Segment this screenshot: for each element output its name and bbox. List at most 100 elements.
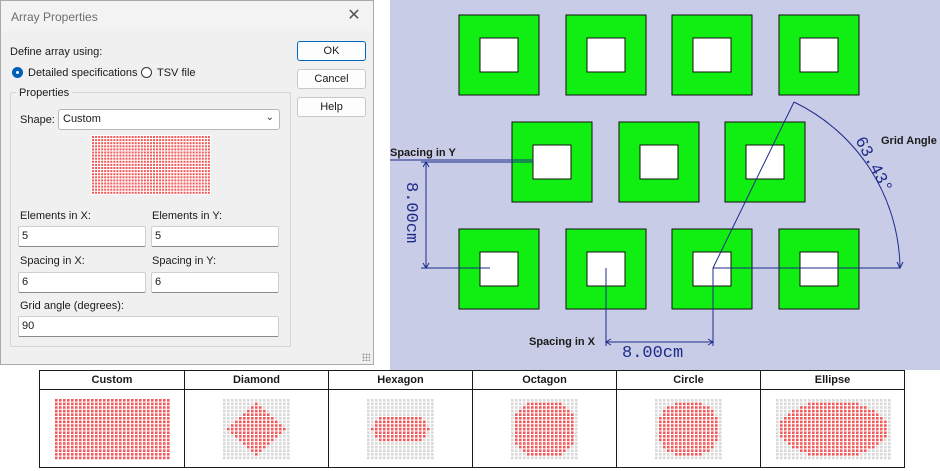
spacing-y-input[interactable]: 6: [151, 272, 279, 293]
pattern-dot-active: [91, 417, 94, 420]
pattern-dot-inactive: [776, 435, 779, 438]
pattern-dot-inactive: [431, 438, 434, 442]
preview-dot: [107, 151, 110, 154]
pattern-dot-active: [848, 424, 851, 427]
preview-dot: [125, 145, 128, 148]
pattern-dot-inactive: [227, 420, 230, 424]
preview-dot: [95, 179, 98, 182]
pattern-dot-active: [852, 435, 855, 438]
elements-x-input[interactable]: 5: [18, 226, 146, 247]
preview-dot: [131, 151, 134, 154]
pattern-dot-inactive: [235, 409, 238, 413]
pattern-dot-active: [155, 424, 158, 427]
pattern-dot-inactive: [884, 399, 887, 402]
pattern-dot-inactive: [239, 449, 242, 452]
ok-button[interactable]: OK: [297, 41, 366, 61]
grid-angle-input[interactable]: 90: [18, 316, 279, 337]
cancel-button[interactable]: Cancel: [297, 69, 366, 89]
preview-dot: [192, 154, 195, 157]
pattern-dot-active: [691, 427, 694, 431]
pattern-dot-active: [415, 435, 418, 438]
pattern-dot-active: [151, 413, 154, 416]
preview-dot: [92, 182, 94, 185]
preview-dot: [207, 139, 210, 142]
close-icon[interactable]: ✕: [343, 5, 365, 27]
pattern-dot-inactive: [792, 456, 795, 460]
pattern-dot-active: [99, 431, 102, 434]
pattern-dot-inactive: [411, 409, 414, 413]
pattern-dot-active: [543, 417, 546, 420]
pattern-dot-inactive: [411, 402, 414, 406]
pattern-dot-active: [663, 427, 666, 431]
radio-detailed-label[interactable]: Detailed specifications: [28, 67, 137, 79]
pattern-dot-inactive: [888, 413, 891, 416]
pattern-dot-active: [99, 453, 102, 456]
elements-y-input[interactable]: 5: [151, 226, 279, 247]
preview-dot: [143, 182, 146, 185]
pattern-dot-active: [71, 431, 74, 434]
preview-dot: [156, 160, 159, 163]
shape-select[interactable]: Custom ⌄: [58, 109, 280, 130]
spacing-x-input[interactable]: 6: [18, 272, 146, 293]
pattern-dot-active: [699, 406, 702, 409]
pattern-dot-inactive: [888, 406, 891, 409]
pattern-dot-inactive: [371, 449, 374, 452]
pattern-dot-inactive: [711, 453, 714, 456]
radio-tsv-file[interactable]: [141, 67, 152, 78]
preview-dot: [171, 163, 174, 166]
resize-grip-icon[interactable]: [362, 353, 370, 361]
pattern-dot-active: [83, 427, 86, 431]
preview-dot: [186, 176, 189, 179]
pattern-dot-active: [804, 420, 807, 424]
preview-dot: [113, 139, 116, 142]
pattern-dot-inactive: [880, 449, 883, 452]
pattern-dot-inactive: [567, 406, 570, 409]
preview-dot: [171, 167, 174, 169]
preview-dot: [162, 188, 165, 191]
pattern-dot-active: [535, 417, 538, 420]
pattern-dot-inactive: [223, 438, 226, 442]
pattern-dot-active: [539, 406, 542, 409]
pattern-dot-active: [872, 424, 875, 427]
preview-dot: [119, 179, 122, 182]
preview-dot: [110, 136, 113, 138]
pattern-dot-active: [139, 442, 142, 445]
pattern-dot-active: [139, 409, 142, 413]
preview-dot: [101, 185, 104, 188]
pattern-dot-inactive: [792, 449, 795, 452]
pattern-dot-active: [163, 424, 166, 427]
pattern-dot-inactive: [391, 402, 394, 406]
pattern-dot-active: [563, 449, 566, 452]
pattern-dot-active: [147, 445, 150, 449]
pattern-dot-active: [147, 427, 150, 431]
preview-dot: [119, 157, 122, 160]
pattern-dot-active: [523, 427, 526, 431]
pattern-dot-active: [423, 427, 426, 431]
preview-dot: [201, 142, 204, 145]
preview-dot: [149, 139, 152, 142]
pattern-dot-active: [99, 420, 102, 424]
pattern-dot-inactive: [880, 413, 883, 416]
preview-dot: [168, 148, 171, 151]
pattern-dot-active: [535, 413, 538, 416]
pattern-dot-inactive: [828, 399, 831, 402]
pattern-dot-inactive: [575, 427, 578, 431]
pattern-dot-active: [95, 427, 98, 431]
radio-detailed-specifications[interactable]: [12, 67, 23, 78]
help-button[interactable]: Help: [297, 97, 366, 117]
preview-dot: [186, 151, 189, 154]
pattern-dot-active: [559, 417, 562, 420]
pattern-dot-inactive: [243, 402, 246, 406]
preview-dot: [162, 191, 165, 194]
pattern-dot-inactive: [695, 456, 698, 460]
pattern-dot-active: [703, 417, 706, 420]
pattern-dot-inactive: [836, 399, 839, 402]
shape-pattern-ellipse: [776, 399, 891, 460]
preview-dot: [189, 185, 192, 188]
pattern-dot-active: [131, 402, 134, 406]
pattern-dot-inactive: [715, 449, 718, 452]
preview-dot: [131, 170, 134, 173]
radio-tsv-label[interactable]: TSV file: [157, 67, 196, 79]
pattern-dot-inactive: [667, 402, 670, 406]
pattern-dot-inactive: [780, 453, 783, 456]
